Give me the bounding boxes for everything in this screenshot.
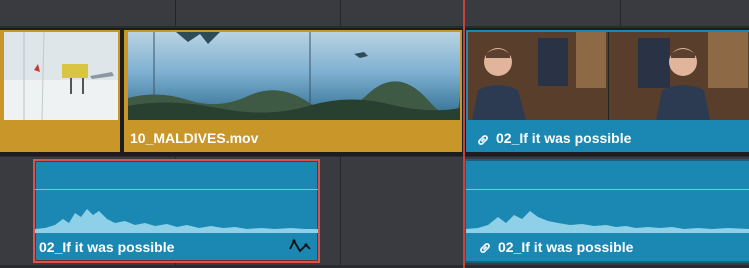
underwater-thumbnail-image [128,32,460,120]
clip-thumbnail [4,32,118,120]
clip-name-label: 10_MALDIVES.mov [130,130,259,146]
clip-thumbnail [468,32,749,120]
keyframe-curve-icon[interactable] [287,237,313,255]
link-icon [476,133,490,147]
video-clip-airport[interactable] [0,28,122,154]
clip-name-label: 02_If it was possible [39,239,175,255]
interview-thumbnail-image [468,32,749,120]
clip-name-label: 02_If it was possible [496,130,632,146]
playhead[interactable] [463,0,465,268]
audio-waveform [466,211,749,233]
link-icon [478,241,492,255]
video-clip-maldives[interactable]: 10_MALDIVES.mov [122,28,464,154]
audio-clip-selected[interactable]: 02_If it was possible [33,159,320,263]
audio-clip-interview[interactable]: 02_If it was possible [464,159,749,263]
timeline-panel: 10_MALDIVES.mov 02_If it was possible 02… [0,0,749,268]
airport-thumbnail-image [4,32,118,120]
audio-waveform [35,209,318,233]
timeline-ruler[interactable] [0,0,749,26]
audio-level-line [466,189,749,190]
audio-level-line [35,189,318,190]
clip-thumbnail [128,32,460,120]
video-clip-interview[interactable]: 02_If it was possible [464,28,749,154]
clip-name-label: 02_If it was possible [498,239,634,255]
